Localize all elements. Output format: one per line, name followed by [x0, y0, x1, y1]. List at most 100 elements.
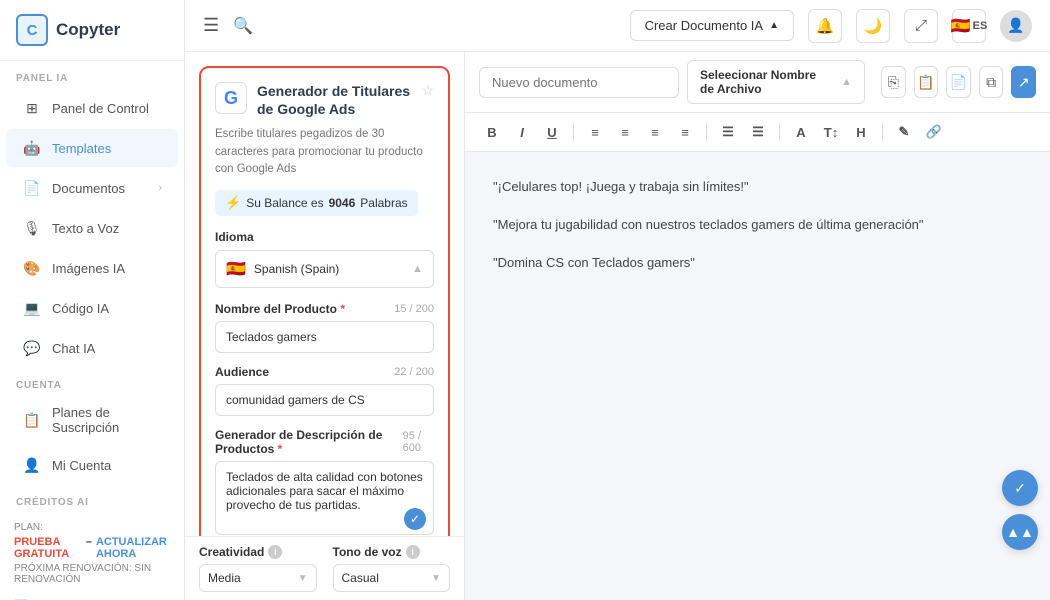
dark-mode-btn[interactable]: 🌙: [856, 9, 890, 43]
plan-separator: –: [86, 536, 92, 560]
sidebar-label-panel-control: Panel de Control: [52, 101, 149, 116]
sidebar-label-mi-cuenta: Mi Cuenta: [52, 458, 111, 473]
chevron-up-icon: ▲: [769, 20, 779, 31]
duplicate-icon-btn[interactable]: ⧉: [979, 66, 1004, 98]
align-center-btn[interactable]: ≡: [612, 119, 638, 145]
font-color-btn[interactable]: A: [788, 119, 814, 145]
heading-btn[interactable]: H: [848, 119, 874, 145]
left-panel: G Generador de Titulares de Google Ads ☆…: [185, 52, 465, 600]
star-icon[interactable]: ☆: [421, 82, 434, 99]
section-label-panel: PANEL IA: [0, 61, 184, 88]
creatividad-info-icon[interactable]: i: [268, 545, 282, 559]
audience-input[interactable]: [215, 384, 434, 416]
check-fab[interactable]: ✓: [1002, 470, 1038, 506]
fullscreen-btn[interactable]: ⤢: [904, 9, 938, 43]
sidebar: C Copyter PANEL IA ⊞ Panel de Control 🤖 …: [0, 0, 185, 600]
sidebar-item-imagenes-ia[interactable]: 🎨 Imágenes IA: [6, 249, 178, 287]
sidebar-label-codigo-ia: Código IA: [52, 301, 109, 316]
balance-label: Su Balance es: [246, 196, 323, 210]
list-unordered-btn[interactable]: ☰: [745, 119, 771, 145]
bottom-controls: Creatividad i Media ▼ Tono de voz i Casu…: [185, 536, 465, 600]
sidebar-item-panel-control[interactable]: ⊞ Panel de Control: [6, 89, 178, 127]
plan-label: PLAN:: [14, 522, 170, 533]
check-icon: ✓: [404, 508, 426, 530]
idioma-chevron-icon: ▲: [412, 263, 423, 275]
descripcion-textarea[interactable]: [215, 461, 434, 535]
code-icon: 💻: [22, 298, 42, 318]
sidebar-item-texto-voz[interactable]: 🎙 Texto a Voz: [6, 209, 178, 247]
creatividad-label: Creatividad: [199, 545, 264, 559]
sidebar-label-texto-voz: Texto a Voz: [52, 221, 119, 236]
idioma-value: Spanish (Spain): [254, 262, 404, 276]
tono-select[interactable]: Casual ▼: [333, 564, 451, 592]
creatividad-select[interactable]: Media ▼: [199, 564, 317, 592]
tono-info-icon[interactable]: i: [406, 545, 420, 559]
logo-text: Copyter: [56, 20, 120, 40]
audience-label: Audience: [215, 365, 269, 379]
balance-value: 9046: [329, 196, 356, 210]
producto-field: Nombre del Producto * 15 / 200: [215, 302, 434, 353]
menu-icon[interactable]: ☰: [203, 15, 219, 36]
content-area: G Generador de Titulares de Google Ads ☆…: [185, 52, 1050, 600]
file-name-label: Seleecionar Nombre de Archivo: [700, 68, 831, 96]
link-btn[interactable]: 🔗: [921, 119, 947, 145]
creatividad-chevron-icon: ▼: [298, 573, 308, 584]
topbar: ☰ 🔍 Crear Documento IA ▲ 🔔 🌙 ⤢ 🇪🇸 ES 👤: [185, 0, 1050, 52]
align-justify-btn[interactable]: ≡: [672, 119, 698, 145]
sidebar-item-templates[interactable]: 🤖 Templates: [6, 129, 178, 167]
main-area: ☰ 🔍 Crear Documento IA ▲ 🔔 🌙 ⤢ 🇪🇸 ES 👤 G…: [185, 0, 1050, 600]
sidebar-logo: C Copyter: [0, 0, 184, 61]
list-ordered-btn[interactable]: ☰: [715, 119, 741, 145]
pen-btn[interactable]: ✎: [891, 119, 917, 145]
section-label-cuenta: CUENTA: [0, 368, 184, 395]
sidebar-item-documentos[interactable]: 📄 Documentos ›: [6, 169, 178, 207]
align-right-btn[interactable]: ≡: [642, 119, 668, 145]
plan-free-link[interactable]: PRUEBA GRATUITA: [14, 536, 82, 560]
scroll-up-fab[interactable]: ▲▲: [1002, 514, 1038, 550]
plan-renewal: PRÓXIMA RENOVACIÓN: SIN RENOVACIÓN: [14, 563, 170, 585]
format-bar: B I U ≡ ≡ ≡ ≡ ☰ ☰ A T↕ H ✎ 🔗: [465, 113, 1050, 152]
balance-badge: ⚡ Su Balance es 9046 Palabras: [215, 190, 418, 216]
plan-info: PLAN: PRUEBA GRATUITA – ACTUALIZAR AHORA…: [0, 512, 184, 595]
doc-name-input[interactable]: [479, 67, 679, 98]
search-icon[interactable]: 🔍: [233, 16, 253, 36]
file-name-btn[interactable]: Seleecionar Nombre de Archivo ▲: [687, 60, 865, 104]
editor-area[interactable]: "¡Celulares top! ¡Juega y trabaja sin lí…: [465, 152, 1050, 600]
sidebar-item-chat-ia[interactable]: 💬 Chat IA: [6, 329, 178, 367]
plan-upgrade-link[interactable]: ACTUALIZAR AHORA: [96, 536, 170, 560]
underline-btn[interactable]: U: [539, 119, 565, 145]
editor-line-1: "¡Celulares top! ¡Juega y trabaja sin lí…: [493, 176, 1022, 198]
mic-icon: 🎙: [22, 218, 42, 238]
italic-btn[interactable]: I: [509, 119, 535, 145]
file-icon-btn[interactable]: 📄: [946, 66, 971, 98]
audience-count: 22 / 200: [394, 366, 434, 378]
font-size-btn[interactable]: T↕: [818, 119, 844, 145]
bold-btn[interactable]: B: [479, 119, 505, 145]
format-divider-2: [706, 123, 707, 141]
creatividad-value: Media: [208, 571, 241, 585]
copy-icon-btn[interactable]: ⎘: [881, 66, 906, 98]
chevron-right-icon: ›: [158, 182, 162, 194]
descripcion-label: Generador de Descripción de Productos *: [215, 428, 403, 456]
format-divider-4: [882, 123, 883, 141]
image-icon: 🎨: [22, 258, 42, 278]
tono-value: Casual: [342, 571, 379, 585]
sidebar-item-mi-cuenta[interactable]: 👤 Mi Cuenta: [6, 446, 178, 484]
lang-btn[interactable]: 🇪🇸 ES: [952, 9, 986, 43]
templates-icon: 🤖: [22, 138, 42, 158]
export-icon-btn[interactable]: ↗: [1011, 66, 1036, 98]
user-icon: 👤: [22, 455, 42, 475]
format-divider-3: [779, 123, 780, 141]
align-left-btn[interactable]: ≡: [582, 119, 608, 145]
plan-links: PRUEBA GRATUITA – ACTUALIZAR AHORA: [14, 536, 170, 560]
sidebar-item-planes[interactable]: 📋 Planes de Suscripción: [6, 396, 178, 444]
producto-input[interactable]: [215, 321, 434, 353]
notifications-btn[interactable]: 🔔: [808, 9, 842, 43]
sidebar-item-codigo-ia[interactable]: 💻 Código IA: [6, 289, 178, 327]
tool-description: Escribe titulares pegadizos de 30 caract…: [215, 126, 434, 178]
idioma-select[interactable]: 🇪🇸 Spanish (Spain) ▲: [215, 250, 434, 288]
create-doc-btn[interactable]: Crear Documento IA ▲: [630, 10, 794, 41]
avatar[interactable]: 👤: [1000, 10, 1032, 42]
idioma-label: Idioma: [215, 230, 434, 244]
doc-icon-btn[interactable]: 📋: [914, 66, 939, 98]
